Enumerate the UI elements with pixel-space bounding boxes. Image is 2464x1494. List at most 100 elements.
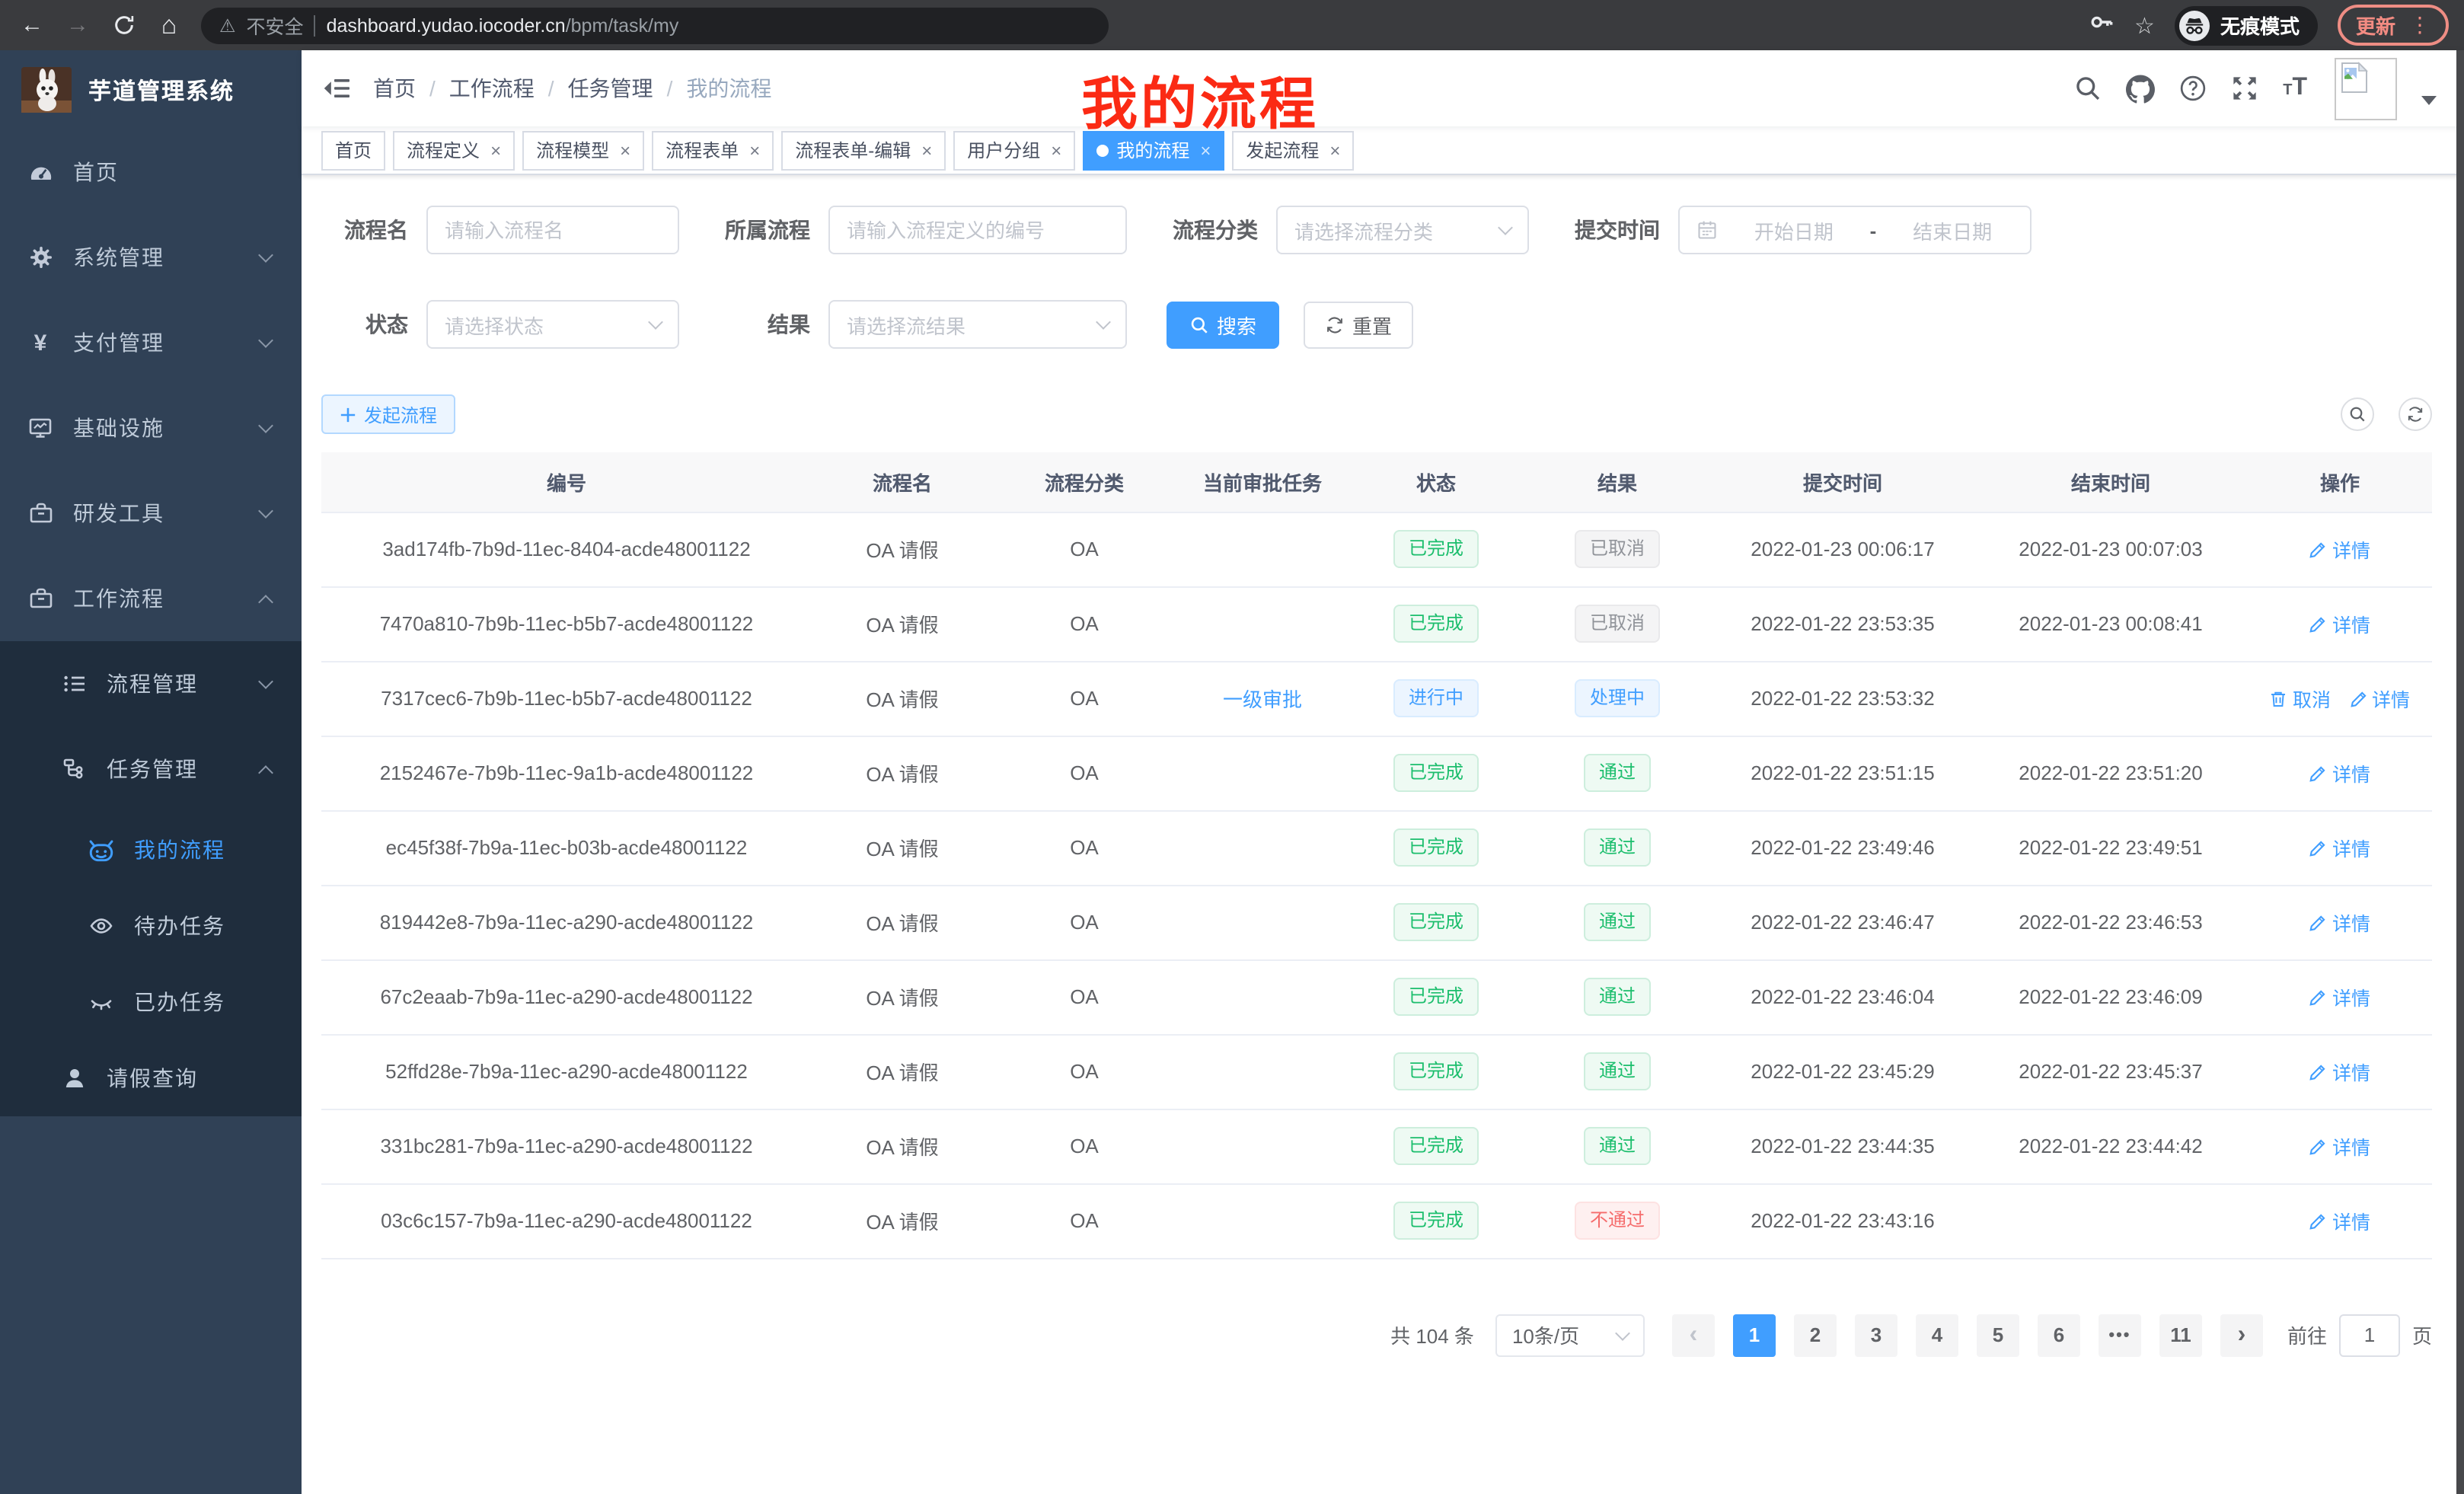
help-icon[interactable] — [2179, 75, 2207, 102]
sidebar-item[interactable]: 待办任务 — [0, 888, 302, 964]
page-button[interactable]: 3 — [1855, 1314, 1897, 1356]
monitor-icon — [26, 416, 55, 440]
tab-close-icon[interactable]: × — [1051, 139, 1061, 161]
create-process-button[interactable]: 发起流程 — [321, 394, 455, 434]
page-button[interactable]: 6 — [2038, 1314, 2080, 1356]
action-detail-link[interactable]: 详情 — [2349, 684, 2410, 713]
sidebar-item[interactable]: 我的流程 — [0, 812, 302, 888]
browser-menu-icon[interactable]: ⋮ — [2409, 12, 2430, 38]
prev-page-button[interactable]: ‹ — [1672, 1314, 1715, 1356]
search-button[interactable]: 搜索 — [1167, 301, 1279, 348]
more-pages-button[interactable]: ••• — [2099, 1314, 2141, 1356]
tab-close-icon[interactable]: × — [921, 139, 932, 161]
goto-page-input[interactable] — [2339, 1314, 2400, 1356]
avatar[interactable] — [2335, 57, 2397, 120]
back-icon[interactable]: ← — [12, 5, 52, 45]
action-detail-link[interactable]: 详情 — [2309, 1206, 2370, 1235]
page-button[interactable]: 1 — [1733, 1314, 1776, 1356]
category-label: 流程分类 — [1167, 215, 1258, 245]
breadcrumb-item[interactable]: 首页 — [373, 73, 416, 104]
app-logo[interactable]: 芋道管理系统 — [0, 50, 302, 129]
home-icon[interactable]: ⌂ — [149, 5, 189, 45]
cell-category: OA — [993, 1109, 1176, 1183]
page-button[interactable]: 2 — [1794, 1314, 1837, 1356]
reset-button[interactable]: 重置 — [1304, 301, 1413, 348]
goto-suffix: 页 — [2412, 1320, 2432, 1349]
chrome-update-button[interactable]: 更新 ⋮ — [2338, 5, 2449, 46]
tab-close-icon[interactable]: × — [749, 139, 760, 161]
sidebar-item[interactable]: 请假查询 — [0, 1040, 302, 1116]
submit-time-range-picker[interactable]: 开始日期 - 结束日期 — [1678, 206, 2032, 254]
page-button[interactable]: 11 — [2159, 1314, 2202, 1356]
tab-view[interactable]: 用户分组× — [953, 130, 1075, 170]
red-annotation: 我的流程 — [1081, 58, 1319, 140]
process-name-input[interactable] — [426, 206, 679, 254]
status-label: 状态 — [321, 309, 408, 340]
action-detail-link[interactable]: 详情 — [2309, 758, 2370, 787]
reload-icon[interactable] — [104, 5, 143, 45]
status-select[interactable]: 请选择状态 — [426, 300, 679, 349]
browser-scrollbar[interactable] — [2456, 50, 2464, 1494]
action-label: 详情 — [2372, 684, 2410, 713]
sidebar-item-label: 已办任务 — [134, 987, 271, 1017]
sidebar-item[interactable]: 首页 — [0, 129, 302, 215]
avatar-dropdown-icon[interactable] — [2421, 96, 2437, 105]
sidebar-item[interactable]: 任务管理 — [0, 726, 302, 812]
address-bar[interactable]: ⚠ 不安全 dashboard.yudao.iocoder.cn/bpm/tas… — [201, 7, 1109, 43]
definition-input[interactable] — [828, 206, 1127, 254]
sidebar-item[interactable]: 基础设施 — [0, 385, 302, 471]
cell-category: OA — [993, 512, 1176, 586]
tab-view[interactable]: 首页 — [321, 130, 385, 170]
column-header: 流程名 — [812, 452, 993, 512]
category-select[interactable]: 请选择流程分类 — [1276, 206, 1529, 254]
incognito-label: 无痕模式 — [2220, 11, 2300, 40]
action-cancel-link[interactable]: 取消 — [2270, 684, 2331, 713]
table-row: 03c6c157-7b9a-11ec-a290-acde48001122OA 请… — [321, 1183, 2432, 1258]
next-page-button[interactable]: › — [2220, 1314, 2263, 1356]
fullscreen-icon[interactable] — [2231, 75, 2258, 102]
action-detail-link[interactable]: 详情 — [2309, 535, 2370, 563]
sidebar-item[interactable]: 研发工具 — [0, 471, 302, 556]
page-button[interactable]: 4 — [1916, 1314, 1958, 1356]
tab-view[interactable]: 流程表单-编辑× — [781, 130, 946, 170]
key-icon[interactable] — [2089, 8, 2115, 42]
search-icon[interactable] — [2074, 75, 2102, 102]
cell-submit-time: 2022-01-22 23:53:32 — [1712, 661, 1974, 736]
breadcrumb-item[interactable]: 任务管理 — [568, 73, 653, 104]
hamburger-icon[interactable] — [323, 76, 350, 101]
column-header: 操作 — [2248, 452, 2432, 512]
sidebar-item[interactable]: 系统管理 — [0, 215, 302, 300]
tab-view[interactable]: 流程表单× — [652, 130, 774, 170]
toggle-search-button[interactable] — [2341, 397, 2374, 431]
forward-icon[interactable]: → — [58, 5, 97, 45]
sidebar-item[interactable]: 已办任务 — [0, 964, 302, 1040]
tab-view[interactable]: 流程定义 × — [393, 130, 515, 170]
tab-close-icon[interactable]: × — [1329, 139, 1340, 161]
tab-label: 流程定义 — [407, 137, 480, 163]
cell-process-name: OA 请假 — [812, 810, 993, 885]
tab-close-icon[interactable]: × — [490, 139, 501, 161]
page-button[interactable]: 5 — [1977, 1314, 2019, 1356]
action-detail-link[interactable]: 详情 — [2309, 1132, 2370, 1160]
sidebar-item[interactable]: ¥支付管理 — [0, 300, 302, 385]
bookmark-star-icon[interactable]: ☆ — [2134, 11, 2155, 39]
github-icon[interactable] — [2126, 74, 2155, 103]
action-detail-link[interactable]: 详情 — [2309, 833, 2370, 862]
refresh-table-button[interactable] — [2399, 397, 2432, 431]
active-tab-dot — [1096, 144, 1109, 156]
cell-actions: 详情 — [2248, 810, 2432, 885]
current-task-link[interactable]: 一级审批 — [1223, 688, 1302, 711]
sidebar-item[interactable]: 流程管理 — [0, 641, 302, 726]
tab-view[interactable]: 流程模型× — [522, 130, 644, 170]
action-detail-link[interactable]: 详情 — [2309, 908, 2370, 937]
page-size-select[interactable]: 10条/页 — [1495, 1314, 1645, 1356]
action-detail-link[interactable]: 详情 — [2309, 982, 2370, 1011]
result-select[interactable]: 请选择流结果 — [828, 300, 1127, 349]
font-size-icon[interactable]: TT — [2283, 75, 2307, 102]
action-detail-link[interactable]: 详情 — [2309, 1057, 2370, 1086]
sidebar-item[interactable]: 工作流程 — [0, 556, 302, 641]
tab-close-icon[interactable]: × — [1200, 139, 1211, 161]
breadcrumb-item[interactable]: 工作流程 — [449, 73, 535, 104]
tab-close-icon[interactable]: × — [620, 139, 630, 161]
action-detail-link[interactable]: 详情 — [2309, 609, 2370, 638]
